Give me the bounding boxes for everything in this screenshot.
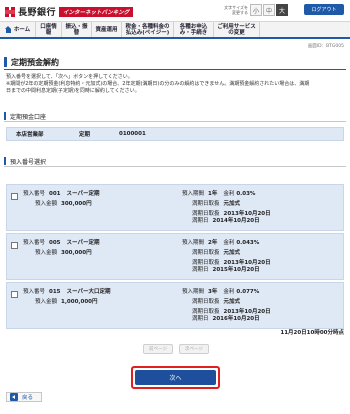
rate-label: 金利 <box>223 191 235 197</box>
section-accent-bar <box>4 157 6 165</box>
deposit-no-label: 預入番号 <box>23 191 46 197</box>
maturity-handling: 元加式 <box>223 299 241 305</box>
deposit-product: スーパー定期 <box>66 240 100 246</box>
deposit-product: スーパー大口定期 <box>66 289 111 295</box>
nav-transfer[interactable]: 振込・振替 <box>62 22 92 37</box>
deposit-no: 001 <box>49 191 61 197</box>
instruction-note-cont: 日までの中間利息定期(子定期)を同時に解約してください。 <box>6 88 140 94</box>
screen-id: 画面ID：BTG005 <box>307 44 344 49</box>
deposit-item[interactable]: 預入番号 001 スーパー定期 預入金額 300,000円 預入期間 1年 金利 0.03%… <box>6 184 344 231</box>
maturity-handling: 元加式 <box>223 201 241 207</box>
maturity-date-label: 満期日 <box>192 267 209 273</box>
term-label: 預入期間 <box>182 191 205 197</box>
term-label: 預入期間 <box>182 289 205 295</box>
account-branch: 本店営業部 <box>16 132 44 138</box>
back-button-label: 戻る <box>22 395 34 401</box>
deposit-checkbox[interactable] <box>11 291 18 298</box>
nav-account-info[interactable]: 口座情報 <box>36 22 62 37</box>
deposit-no: 005 <box>49 240 61 246</box>
title-accent-bar <box>4 57 7 67</box>
nav-home-label: ホーム <box>13 26 31 33</box>
deposit-amount: 1,000,000円 <box>61 299 98 305</box>
deposit-rate: 0.077% <box>236 289 260 295</box>
back-button-box[interactable]: 戻る <box>6 392 42 402</box>
deposit-term: 1年 <box>208 191 218 197</box>
next-button[interactable]: 次へ <box>135 370 216 385</box>
text-size-medium-button[interactable]: 中 <box>263 4 275 16</box>
internet-banking-badge: インターネットバンキング <box>59 6 134 17</box>
instruction-line: 預入番号を選択して、「次へ」ボタンを押してください。 <box>6 74 133 80</box>
nav-applications[interactable]: 各種お申込み・手続き <box>174 22 214 37</box>
rate-label: 金利 <box>223 240 235 246</box>
deposit-no-label: 預入番号 <box>23 240 46 246</box>
logout-button[interactable]: ログアウト <box>304 4 344 15</box>
maturity-date-label: 満期日 <box>192 316 209 322</box>
nav-asset-management[interactable]: 資産運用 <box>92 22 122 37</box>
maturity-date: 2014年10月20日 <box>212 218 260 224</box>
deposit-rate: 0.03% <box>236 191 256 197</box>
maturity-date-label: 満期日 <box>192 218 209 224</box>
deposit-checkbox[interactable] <box>11 242 18 249</box>
term-label: 預入期間 <box>182 240 205 246</box>
account-section-title-text: 定期預金口座 <box>10 113 47 121</box>
deposit-rate: 0.043% <box>236 240 260 246</box>
deposit-section-title: 預入番号選択 <box>4 156 346 167</box>
maturity-date: 2015年10月20日 <box>212 267 260 273</box>
nav-service-change[interactable]: ご利用サービスの変更 <box>214 22 260 37</box>
deposit-section-title-text: 預入番号選択 <box>10 158 47 166</box>
deposit-amount-label: 預入金額 <box>35 201 58 207</box>
deposit-no: 015 <box>49 289 61 295</box>
bank-logo-icon <box>5 6 15 17</box>
header: 長野銀行 インターネットバンキング 文字サイズを変更する 小 中 大 ログアウト <box>0 0 350 22</box>
global-nav: ホーム 口座情報 振込・振替 資産運用 税金・各種料金の払込み(ペイジー) 各種… <box>0 22 350 39</box>
bank-name: 長野銀行 <box>18 8 57 18</box>
section-accent-bar <box>4 112 6 120</box>
account-row: 本店営業部 定期 0100001 <box>6 127 344 141</box>
bank-logo[interactable]: 長野銀行 インターネットバンキング <box>5 5 134 18</box>
maturity-handling-label: 満期日取扱 <box>192 299 220 305</box>
nav-tax-payment[interactable]: 税金・各種料金の払込み(ペイジー) <box>122 22 174 37</box>
account-type: 定期 <box>79 132 91 138</box>
maturity-handling: 元加式 <box>223 250 241 256</box>
nav-home[interactable]: ホーム <box>0 22 36 37</box>
maturity-handling-label: 満期日取扱 <box>192 250 220 256</box>
maturity-date: 2016年10月20日 <box>212 316 260 322</box>
deposit-term: 2年 <box>208 240 218 246</box>
pager: 前ページ 次ページ <box>143 344 209 354</box>
instructions: 預入番号を選択して、「次へ」ボタンを押してください。 ※期間が2年の定期預金(利… <box>6 74 344 95</box>
text-size-large-button[interactable]: 大 <box>276 4 288 16</box>
deposit-term: 3年 <box>208 289 218 295</box>
instruction-note: ※期間が2年の定期預金(利息特約・元加式)の場合、2年定期(満期日)の分のみの解… <box>6 81 310 87</box>
next-page-button[interactable]: 次ページ <box>179 344 209 354</box>
maturity-handling-label: 満期日取扱 <box>192 201 220 207</box>
back-arrow-icon <box>10 393 18 401</box>
deposit-item[interactable]: 預入番号 005 スーパー定期 預入金額 300,000円 預入期間 2年 金利 0.043… <box>6 233 344 280</box>
as-of-timestamp: 11月20日10時00分時点 <box>280 330 344 336</box>
deposit-item[interactable]: 預入番号 015 スーパー大口定期 預入金額 1,000,000円 預入期間 3年 金利 0… <box>6 282 344 329</box>
page-title: 定期預金解約 <box>4 55 346 70</box>
account-number: 0100001 <box>119 131 146 137</box>
deposit-amount-label: 預入金額 <box>35 299 58 305</box>
text-size-controls: 小 中 大 <box>250 4 288 16</box>
deposit-product: スーパー定期 <box>66 191 100 197</box>
prev-page-button[interactable]: 前ページ <box>143 344 173 354</box>
home-icon <box>4 26 12 33</box>
text-size-small-button[interactable]: 小 <box>250 4 262 16</box>
text-size-label: 文字サイズを変更する <box>224 5 248 15</box>
deposit-amount-label: 預入金額 <box>35 250 58 256</box>
rate-label: 金利 <box>223 289 235 295</box>
deposit-no-label: 預入番号 <box>23 289 46 295</box>
back-button[interactable]: 戻る <box>6 392 42 402</box>
page-title-text: 定期預金解約 <box>11 57 59 67</box>
deposit-amount: 300,000円 <box>61 201 92 207</box>
account-section-title: 定期預金口座 <box>4 111 346 122</box>
deposit-amount: 300,000円 <box>61 250 92 256</box>
deposit-checkbox[interactable] <box>11 193 18 200</box>
